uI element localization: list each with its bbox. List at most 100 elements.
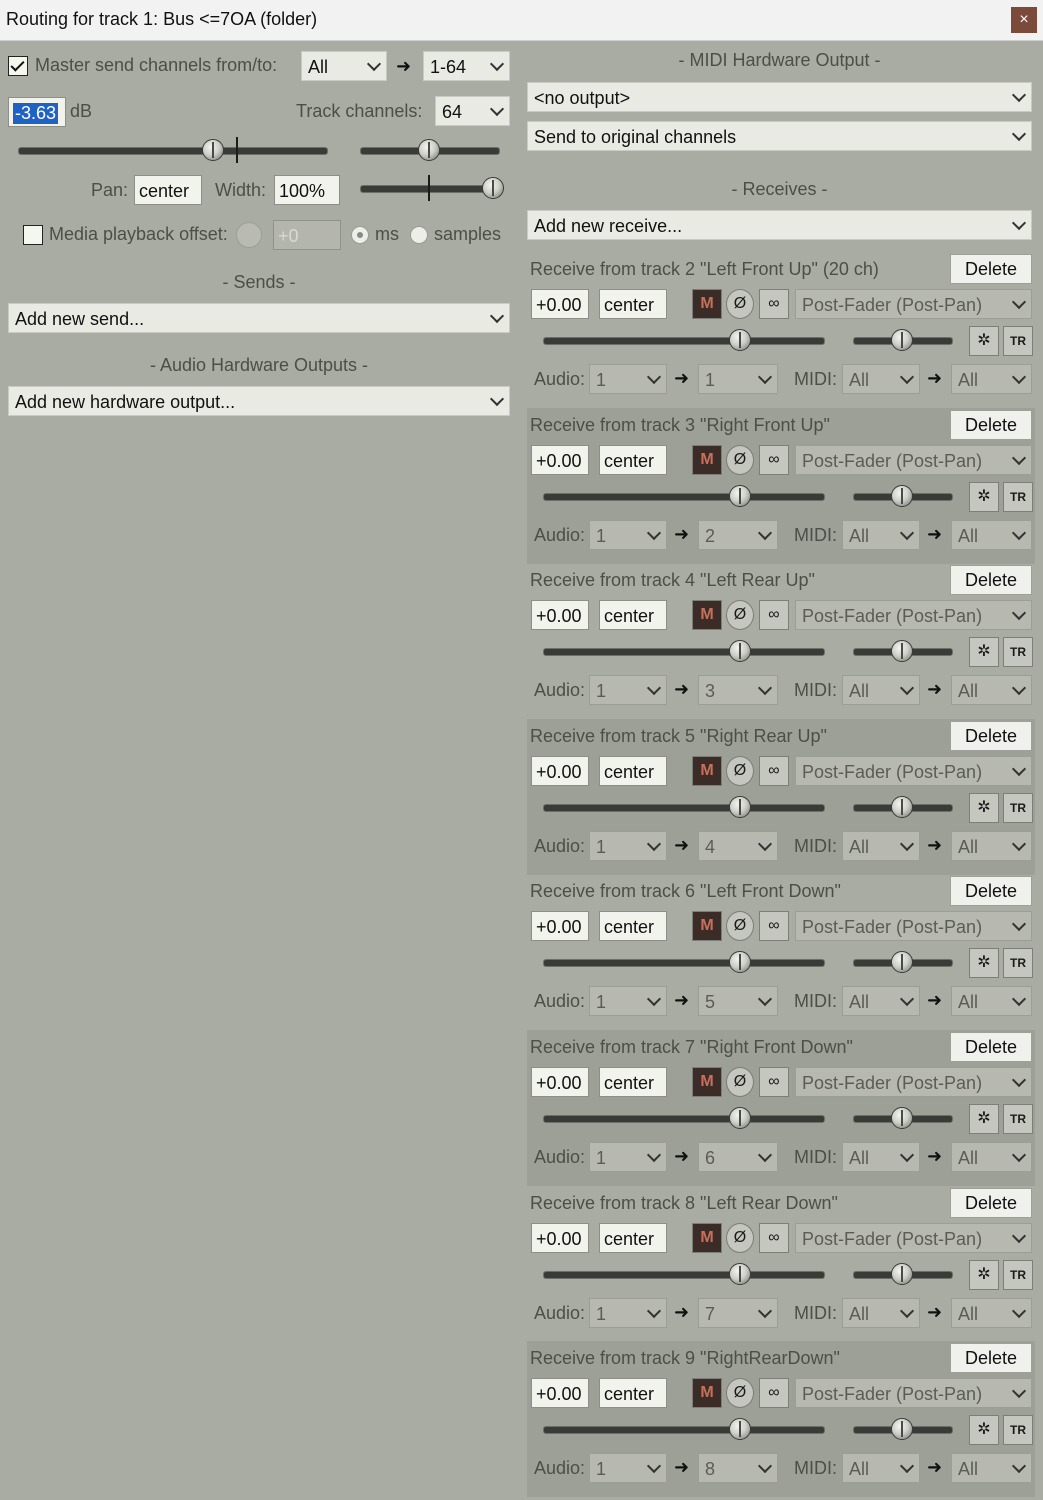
midi-dst-select[interactable]: All	[951, 986, 1032, 1017]
receive-pan-input[interactable]: center	[599, 444, 667, 475]
audio-src-select[interactable]: 1	[589, 1142, 667, 1172]
receive-volume-knob[interactable]	[729, 329, 751, 351]
audio-src-select[interactable]: 1	[589, 986, 667, 1017]
envelope-icon[interactable]: ✲	[969, 1415, 999, 1446]
phase-invert-icon[interactable]: Ø	[726, 1067, 754, 1097]
audio-src-select[interactable]: 1	[589, 519, 667, 550]
master-pan-knob[interactable]	[418, 139, 440, 161]
receive-pan-knob[interactable]	[891, 951, 913, 974]
receive-volume-slider[interactable]	[543, 1270, 825, 1279]
mono-icon[interactable]: M	[692, 1378, 722, 1409]
delete-receive-button[interactable]: Delete	[950, 720, 1032, 751]
receive-volume-slider[interactable]	[543, 648, 825, 657]
receive-mode-select[interactable]: Post-Fader (Post-Pan)	[795, 1067, 1032, 1097]
receive-pan-input[interactable]: center	[599, 1222, 667, 1253]
samples-radio[interactable]	[410, 226, 428, 244]
phase-invert-icon[interactable]: Ø	[726, 600, 754, 631]
envelope-icon[interactable]: ✲	[969, 326, 999, 356]
master-volume-slider[interactable]	[18, 147, 328, 155]
receive-pan-knob[interactable]	[891, 1418, 913, 1441]
midi-dst-select[interactable]: All	[951, 1142, 1032, 1172]
master-from-select[interactable]: All	[301, 51, 387, 81]
add-hw-output-select[interactable]: Add new hardware output...	[8, 386, 510, 416]
envelope-icon[interactable]: ✲	[969, 1104, 999, 1134]
audio-dst-select[interactable]: 5	[698, 986, 778, 1017]
midi-src-select[interactable]: All	[842, 364, 920, 394]
receive-volume-knob[interactable]	[729, 640, 751, 663]
receive-volume-input[interactable]: +0.00	[531, 755, 589, 786]
midi-src-select[interactable]: All	[842, 830, 920, 861]
audio-src-select[interactable]: 1	[589, 1453, 667, 1484]
mono-icon[interactable]: M	[692, 755, 722, 786]
midi-dst-select[interactable]: All	[951, 519, 1032, 550]
master-width-input[interactable]: 100%	[274, 175, 340, 205]
receive-mode-select[interactable]: Post-Fader (Post-Pan)	[795, 911, 1032, 942]
stereo-link-icon[interactable]: ∞	[759, 1067, 789, 1097]
master-width-knob[interactable]	[482, 177, 504, 199]
receive-volume-knob[interactable]	[729, 1107, 751, 1129]
receive-pan-input[interactable]: center	[599, 1067, 667, 1097]
receive-volume-knob[interactable]	[729, 1418, 751, 1441]
mono-icon[interactable]: M	[692, 289, 722, 319]
receive-mode-select[interactable]: Post-Fader (Post-Pan)	[795, 289, 1032, 319]
offset-knob[interactable]	[236, 222, 262, 248]
stereo-link-icon[interactable]: ∞	[759, 755, 789, 786]
receive-pan-input[interactable]: center	[599, 600, 667, 631]
phase-invert-icon[interactable]: Ø	[726, 1378, 754, 1409]
ms-radio[interactable]	[351, 226, 369, 244]
delete-receive-button[interactable]: Delete	[950, 1032, 1032, 1062]
receive-pan-input[interactable]: center	[599, 1378, 667, 1409]
audio-src-select[interactable]: 1	[589, 1297, 667, 1328]
midi-channels-select[interactable]: Send to original channels	[527, 121, 1032, 151]
mono-icon[interactable]: M	[692, 1067, 722, 1097]
receive-pan-knob[interactable]	[891, 329, 913, 351]
audio-src-select[interactable]: 1	[589, 675, 667, 706]
receive-pan-knob[interactable]	[891, 484, 913, 507]
midi-dst-select[interactable]: All	[951, 1297, 1032, 1328]
receive-volume-input[interactable]: +0.00	[531, 911, 589, 942]
trim-icon[interactable]: TR	[1003, 948, 1033, 979]
stereo-link-icon[interactable]: ∞	[759, 911, 789, 942]
master-to-select[interactable]: 1-64	[423, 51, 510, 81]
receive-volume-input[interactable]: +0.00	[531, 289, 589, 319]
envelope-icon[interactable]: ✲	[969, 948, 999, 979]
delete-receive-button[interactable]: Delete	[950, 254, 1032, 284]
audio-dst-select[interactable]: 7	[698, 1297, 778, 1328]
receive-volume-slider[interactable]	[543, 803, 825, 812]
midi-dst-select[interactable]: All	[951, 675, 1032, 706]
master-send-checkbox[interactable]	[8, 56, 28, 76]
master-pan-input[interactable]: center	[134, 175, 202, 205]
envelope-icon[interactable]: ✲	[969, 481, 999, 512]
midi-dst-select[interactable]: All	[951, 830, 1032, 861]
receive-volume-knob[interactable]	[729, 1262, 751, 1285]
delete-receive-button[interactable]: Delete	[950, 565, 1032, 596]
master-width-slider[interactable]	[360, 185, 500, 193]
receive-mode-select[interactable]: Post-Fader (Post-Pan)	[795, 755, 1032, 786]
receive-pan-knob[interactable]	[891, 1262, 913, 1285]
receive-volume-knob[interactable]	[729, 795, 751, 818]
receive-pan-knob[interactable]	[891, 1107, 913, 1129]
delete-receive-button[interactable]: Delete	[950, 876, 1032, 907]
receive-volume-input[interactable]: +0.00	[531, 1067, 589, 1097]
receive-volume-input[interactable]: +0.00	[531, 600, 589, 631]
media-offset-checkbox[interactable]	[23, 225, 43, 245]
trim-icon[interactable]: TR	[1003, 1415, 1033, 1446]
midi-src-select[interactable]: All	[842, 1297, 920, 1328]
receive-mode-select[interactable]: Post-Fader (Post-Pan)	[795, 1378, 1032, 1409]
receive-pan-knob[interactable]	[891, 640, 913, 663]
receive-volume-slider[interactable]	[543, 337, 825, 345]
audio-dst-select[interactable]: 8	[698, 1453, 778, 1484]
receive-volume-slider[interactable]	[543, 492, 825, 501]
receive-volume-knob[interactable]	[729, 484, 751, 507]
receive-pan-input[interactable]: center	[599, 911, 667, 942]
stereo-link-icon[interactable]: ∞	[759, 1378, 789, 1409]
phase-invert-icon[interactable]: Ø	[726, 289, 754, 319]
trim-icon[interactable]: TR	[1003, 326, 1033, 356]
midi-src-select[interactable]: All	[842, 986, 920, 1017]
midi-dst-select[interactable]: All	[951, 1453, 1032, 1484]
receive-pan-input[interactable]: center	[599, 289, 667, 319]
mono-icon[interactable]: M	[692, 1222, 722, 1253]
delete-receive-button[interactable]: Delete	[950, 1343, 1032, 1374]
receive-pan-knob[interactable]	[891, 795, 913, 818]
midi-src-select[interactable]: All	[842, 1142, 920, 1172]
